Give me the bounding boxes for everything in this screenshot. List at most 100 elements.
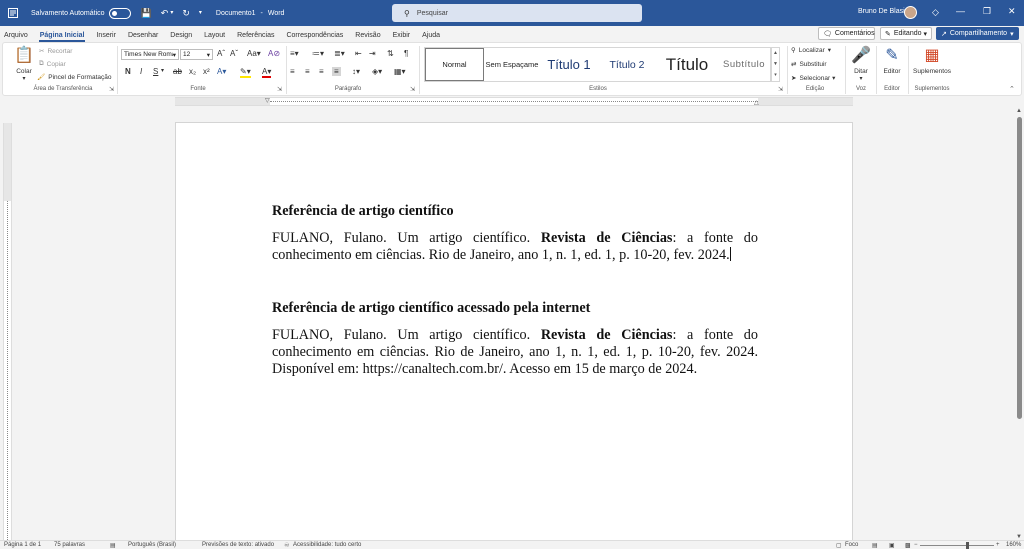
paragraph-2[interactable]: FULANO, Fulano. Um artigo científico. Re…	[272, 327, 758, 378]
dictate-button[interactable]: 🎤 Ditar ▾	[849, 46, 873, 82]
font-launcher-icon[interactable]: ⇲	[277, 86, 282, 93]
undo-dropdown-icon[interactable]: ▾	[170, 10, 173, 16]
read-mode-icon[interactable]: ▤	[872, 542, 878, 549]
undo-icon[interactable]: ↶	[161, 8, 169, 18]
language[interactable]: Português (Brasil)	[128, 542, 176, 548]
tab-arquivo[interactable]: Arquivo	[0, 32, 34, 42]
horizontal-ruler[interactable]: ▽ △	[175, 97, 853, 106]
tab-ajuda[interactable]: Ajuda	[416, 32, 446, 42]
styles-launcher-icon[interactable]: ⇲	[778, 86, 783, 93]
tab-desenhar[interactable]: Desenhar	[122, 32, 164, 42]
replace-button[interactable]: ⇄ Substituir	[791, 60, 827, 69]
paste-button[interactable]: 📋 Colar ▾	[9, 46, 39, 82]
tab-revis-o[interactable]: Revisão	[349, 32, 386, 42]
styles-scroll[interactable]: ▲ ▼ ▾	[771, 47, 780, 82]
customize-toolbar-icon[interactable]: ▾	[199, 10, 202, 16]
redo-icon[interactable]: ↻	[182, 8, 190, 18]
tab-inserir[interactable]: Inserir	[90, 32, 121, 42]
share-button[interactable]: ↗ Compartilhamento ▾	[936, 27, 1019, 40]
style-heading2[interactable]: Título 2	[599, 48, 655, 81]
close-icon[interactable]: ✕	[1008, 6, 1016, 17]
style-heading1[interactable]: Título 1	[540, 48, 598, 81]
zoom-level[interactable]: 160%	[1006, 542, 1021, 548]
line-spacing-icon[interactable]: ↕▾	[352, 67, 360, 76]
accessibility-icon[interactable]: ♾	[284, 542, 289, 549]
cut-button[interactable]: ✂ Recortar	[39, 47, 72, 56]
bullets-icon[interactable]: ≡▾	[290, 49, 299, 58]
right-indent-marker-icon[interactable]: △	[754, 99, 759, 106]
paragraph-1[interactable]: FULANO, Fulano. Um artigo científico. Re…	[272, 230, 758, 264]
collapse-ribbon-icon[interactable]: ⌃	[1009, 85, 1015, 93]
style-normal[interactable]: Normal	[425, 48, 484, 81]
find-button[interactable]: ⚲ Localizar ▾	[791, 46, 831, 55]
scroll-up-icon[interactable]: ▲	[1016, 108, 1022, 114]
editing-mode-button[interactable]: ✎ Editando ▾	[880, 27, 932, 40]
heading-2[interactable]: Referência de artigo científico acessado…	[272, 300, 758, 317]
align-left-icon[interactable]: ≡	[290, 67, 295, 76]
focus-mode[interactable]: Foco	[845, 542, 858, 548]
save-icon[interactable]: 💾	[141, 8, 152, 18]
format-painter-button[interactable]: 🖌 Pincel de Formatação	[37, 73, 112, 82]
grow-font-icon[interactable]: Aˆ	[217, 49, 225, 58]
tab-refer-ncias[interactable]: Referências	[231, 32, 280, 42]
style-title[interactable]: Título	[656, 48, 718, 81]
focus-icon[interactable]: ▢	[836, 542, 842, 549]
user-name[interactable]: Bruno De Blasi	[858, 8, 905, 15]
text-effects-icon[interactable]: A▾	[217, 67, 226, 76]
copy-button[interactable]: ⧉ Copiar	[39, 60, 66, 68]
italic-icon[interactable]: I	[140, 67, 142, 76]
tab-correspond-ncias[interactable]: Correspondências	[280, 32, 349, 42]
numbering-icon[interactable]: ≔▾	[312, 49, 324, 58]
editor-button[interactable]: ✎ Editor	[879, 46, 905, 75]
style-subtitle[interactable]: Subtítulo	[718, 48, 770, 81]
document-body[interactable]: Referência de artigo científico FULANO, …	[272, 203, 758, 378]
tab-p-gina-inicial[interactable]: Página Inicial	[34, 32, 91, 42]
restore-icon[interactable]: ❐	[983, 6, 991, 17]
tab-layout[interactable]: Layout	[198, 32, 231, 42]
paragraph-launcher-icon[interactable]: ⇲	[410, 86, 415, 93]
page-count[interactable]: Página 1 de 1	[4, 542, 41, 548]
tab-exibir[interactable]: Exibir	[387, 32, 417, 42]
clipboard-launcher-icon[interactable]: ⇲	[109, 86, 114, 93]
indent-marker-icon[interactable]: ▽	[265, 97, 270, 104]
proofing-icon[interactable]: ▤	[110, 542, 116, 549]
print-layout-icon[interactable]: ▣	[889, 542, 895, 549]
show-marks-icon[interactable]: ¶	[404, 49, 408, 58]
select-button[interactable]: ➤ Selecionar ▾	[791, 74, 835, 83]
style-no-spacing[interactable]: Sem Espaçame	[485, 48, 539, 81]
superscript-icon[interactable]: x²	[203, 67, 210, 76]
strikethrough-icon[interactable]: ab	[173, 67, 182, 76]
highlight-icon[interactable]: ✎▾	[240, 67, 251, 78]
font-color-icon[interactable]: A▾	[262, 67, 272, 78]
premium-diamond-icon[interactable]: ◇	[932, 7, 939, 18]
search-box[interactable]: ⚲ Pesquisar	[392, 4, 642, 22]
justify-icon[interactable]: ≡	[332, 67, 341, 76]
shading-icon[interactable]: ◈▾	[372, 67, 382, 76]
comments-button[interactable]: 🗨 Comentários	[818, 27, 875, 40]
clear-format-icon[interactable]: A⊘	[268, 49, 280, 58]
align-center-icon[interactable]: ≡	[305, 67, 310, 76]
zoom-slider[interactable]	[920, 545, 994, 546]
scrollbar-thumb[interactable]	[1017, 117, 1022, 419]
zoom-slider-thumb[interactable]	[966, 542, 969, 549]
text-predictions[interactable]: Previsões de texto: ativado	[202, 542, 274, 548]
multilevel-list-icon[interactable]: ≣▾	[334, 49, 345, 58]
heading-1[interactable]: Referência de artigo científico	[272, 203, 758, 220]
tab-design[interactable]: Design	[164, 32, 198, 42]
zoom-out-icon[interactable]: −	[914, 542, 918, 548]
subscript-icon[interactable]: x₂	[189, 67, 196, 76]
app-menu-icon[interactable]	[7, 7, 19, 19]
font-size-select[interactable]: 12 ▾	[180, 49, 213, 60]
accessibility-status[interactable]: Acessibilidade: tudo certo	[293, 542, 361, 548]
avatar[interactable]	[904, 6, 917, 19]
sort-icon[interactable]: ⇅	[387, 49, 394, 58]
document-page[interactable]: Referência de artigo científico FULANO, …	[175, 122, 853, 542]
vertical-scrollbar[interactable]: ▲ ▼	[1015, 107, 1024, 540]
web-layout-icon[interactable]: ▩	[905, 542, 911, 549]
underline-icon[interactable]: S	[153, 67, 158, 76]
addins-button[interactable]: ▦ Suplementos	[909, 46, 955, 75]
increase-indent-icon[interactable]: ⇥	[369, 49, 376, 58]
font-name-select[interactable]: Times New Roma ▾	[121, 49, 179, 60]
bold-icon[interactable]: N	[125, 67, 131, 76]
align-right-icon[interactable]: ≡	[319, 67, 324, 76]
